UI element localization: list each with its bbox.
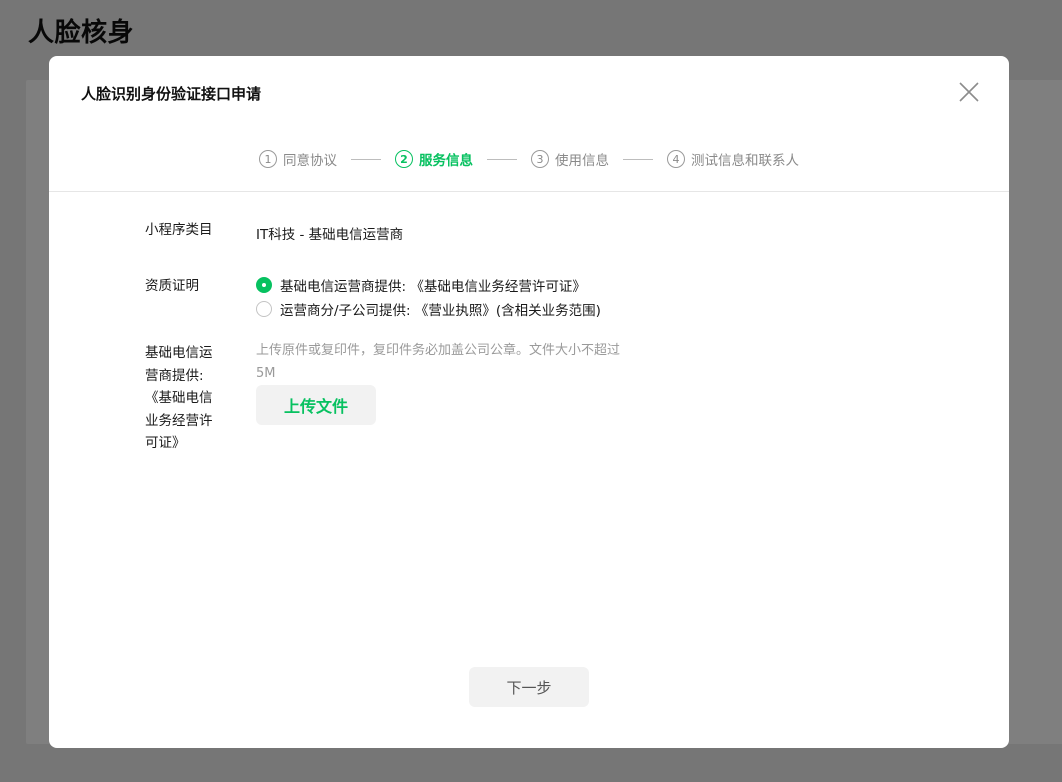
upload-file-button[interactable]: 上传文件 [256, 385, 376, 425]
step-indicator: 1 同意协议 2 服务信息 3 使用信息 4 测试信息和联系人 [49, 148, 1009, 170]
radio-label: 基础电信运营商提供: 《基础电信业务经营许可证》 [280, 279, 586, 295]
step-agreement: 1 同意协议 [259, 149, 337, 169]
step-usage-info: 3 使用信息 [531, 149, 609, 169]
category-label: 小程序类目 [145, 222, 213, 238]
radio-operator-license[interactable]: 基础电信运营商提供: 《基础电信业务经营许可证》 [256, 275, 586, 295]
step-number: 1 [259, 150, 277, 168]
next-step-button[interactable]: 下一步 [469, 667, 589, 707]
step-number: 4 [667, 150, 685, 168]
step-label: 使用信息 [555, 153, 609, 169]
dialog-title: 人脸识别身份验证接口申请 [81, 85, 262, 103]
license-label-line: 业务经营许 [145, 412, 213, 429]
radio-unchecked-icon[interactable] [256, 301, 272, 317]
license-label-line: 营商提供: [145, 367, 204, 384]
qualification-label: 资质证明 [145, 278, 199, 294]
step-label: 同意协议 [283, 153, 337, 169]
license-label: 基础电信运 营商提供: 《基础电信 业务经营许 可证》 [145, 342, 213, 455]
license-label-line: 《基础电信 [145, 390, 213, 406]
header-divider [49, 191, 1009, 192]
step-label: 测试信息和联系人 [691, 153, 799, 169]
upload-hint: 上传原件或复印件，复印件务必加盖公司公章。文件大小不超过5M [256, 343, 621, 381]
close-icon[interactable] [957, 80, 981, 104]
license-label-line: 基础电信运 [145, 345, 213, 361]
step-number: 3 [531, 150, 549, 168]
radio-label: 运营商分/子公司提供: 《营业执照》(含相关业务范围) [280, 303, 601, 319]
step-number: 2 [395, 150, 413, 168]
step-connector [487, 158, 517, 160]
license-label-line: 可证》 [145, 435, 186, 451]
apply-dialog: 人脸识别身份验证接口申请 1 同意协议 2 服务信息 3 使用信息 4 测试信息… [49, 56, 1009, 748]
step-connector [623, 158, 653, 160]
step-connector [351, 158, 381, 160]
category-value: IT科技 - 基础电信运营商 [256, 227, 404, 243]
radio-subsidiary-license[interactable]: 运营商分/子公司提供: 《营业执照》(含相关业务范围) [256, 299, 601, 319]
step-test-contacts: 4 测试信息和联系人 [667, 149, 799, 169]
radio-checked-icon[interactable] [256, 277, 272, 293]
step-service-info: 2 服务信息 [395, 149, 473, 169]
step-label: 服务信息 [419, 153, 473, 169]
